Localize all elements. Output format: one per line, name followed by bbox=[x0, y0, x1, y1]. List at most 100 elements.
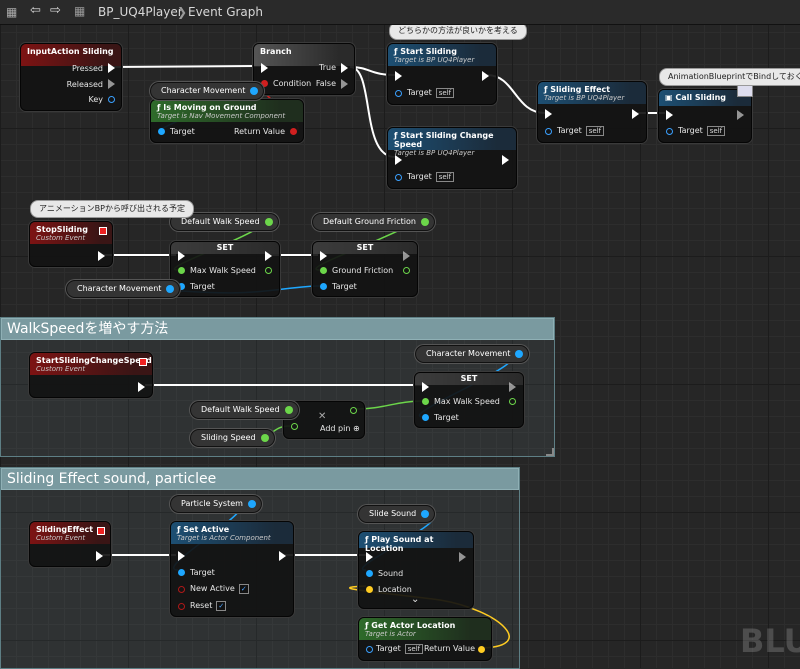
reset-checkbox[interactable]: ✓ bbox=[216, 601, 227, 611]
exec-out-pin[interactable] bbox=[279, 551, 286, 561]
breadcrumb-blueprint[interactable]: BP_UQ4Player bbox=[98, 5, 183, 19]
comment-bubble[interactable]: AnimationBlueprintでBindしておく bbox=[659, 68, 800, 86]
exec-in-pin[interactable] bbox=[395, 155, 402, 165]
object-pin[interactable] bbox=[166, 285, 175, 293]
object-pin[interactable] bbox=[515, 350, 524, 358]
start-sliding-change-speed-event-node[interactable]: StartSlidingChangeSpeed Custom Event bbox=[29, 352, 153, 398]
object-pin[interactable] bbox=[247, 500, 256, 508]
result-pin[interactable] bbox=[350, 407, 357, 414]
sliding-speed-getter[interactable]: Sliding Speed bbox=[190, 429, 275, 447]
forward-arrow-icon[interactable]: ⇨ bbox=[50, 3, 61, 18]
delegate-pin[interactable] bbox=[139, 358, 147, 366]
exec-out-pin[interactable] bbox=[403, 251, 410, 261]
new-active-checkbox[interactable]: ✓ bbox=[238, 584, 249, 594]
exec-in-pin[interactable] bbox=[422, 382, 429, 392]
max-walk-speed-out-pin[interactable] bbox=[509, 398, 516, 405]
target-pin[interactable] bbox=[666, 128, 673, 135]
released-exec-pin[interactable] bbox=[108, 79, 115, 89]
node-subtitle: Target is Nav Movement Component bbox=[157, 112, 286, 120]
exec-out-pin[interactable] bbox=[509, 382, 516, 392]
exec-out-pin[interactable] bbox=[632, 109, 639, 119]
exec-out-pin[interactable] bbox=[138, 382, 145, 392]
float-pin[interactable] bbox=[264, 218, 273, 226]
exec-in-pin[interactable] bbox=[178, 551, 185, 561]
default-walk-speed-getter[interactable]: Default Walk Speed bbox=[190, 401, 299, 419]
exec-in-pin[interactable] bbox=[320, 251, 327, 261]
exec-in-pin[interactable] bbox=[545, 109, 552, 119]
ground-friction-pin[interactable] bbox=[320, 267, 327, 274]
comment-bubble[interactable]: アニメーションBPから呼び出される予定 bbox=[30, 200, 194, 218]
max-walk-speed-out-pin[interactable] bbox=[265, 267, 272, 274]
stop-sliding-event-node[interactable]: StopSliding Custom Event bbox=[29, 221, 113, 267]
target-pin[interactable] bbox=[158, 128, 165, 135]
character-movement-getter[interactable]: Character Movement bbox=[150, 82, 265, 100]
character-movement-getter[interactable]: Character Movement bbox=[66, 280, 181, 298]
max-walk-speed-pin[interactable] bbox=[178, 267, 185, 274]
exec-out-pin[interactable] bbox=[96, 551, 103, 561]
grid-icon[interactable]: ▦ bbox=[6, 5, 17, 19]
return-value-pin[interactable] bbox=[290, 128, 297, 135]
set-max-walk-speed-node[interactable]: SET Max Walk Speed Target bbox=[414, 372, 524, 428]
input-action-node[interactable]: InputAction Sliding Pressed Released Key bbox=[20, 43, 122, 111]
slide-sound-getter[interactable]: Slide Sound bbox=[358, 505, 436, 523]
float-pin[interactable] bbox=[421, 218, 429, 226]
character-movement-getter[interactable]: Character Movement bbox=[415, 345, 530, 363]
start-sliding-node[interactable]: ƒ Start Sliding Target is BP UQ4Player Ta… bbox=[387, 43, 497, 105]
exec-in-pin[interactable] bbox=[366, 552, 373, 562]
set-ground-friction-node[interactable]: SET Ground Friction Target bbox=[312, 241, 418, 297]
particle-system-getter[interactable]: Particle System bbox=[170, 495, 262, 513]
exec-out-pin[interactable] bbox=[459, 552, 466, 562]
target-pin[interactable] bbox=[545, 128, 552, 135]
play-sound-at-location-node[interactable]: ƒ Play Sound at Location Sound Location … bbox=[358, 531, 474, 609]
exec-in-pin[interactable] bbox=[666, 110, 673, 120]
target-pin[interactable] bbox=[395, 90, 402, 97]
location-pin[interactable] bbox=[366, 586, 373, 593]
target-pin[interactable] bbox=[366, 646, 373, 653]
breadcrumb-graph[interactable]: Event Graph bbox=[188, 5, 263, 19]
ground-friction-out-pin[interactable] bbox=[403, 267, 410, 274]
expand-chevron-icon[interactable]: ⌄ bbox=[411, 594, 419, 605]
delegate-pin[interactable] bbox=[99, 227, 107, 235]
sliding-effect-event-node[interactable]: SlidingEffect Custom Event bbox=[29, 521, 111, 567]
exec-out-pin[interactable] bbox=[265, 251, 272, 261]
target-pin[interactable] bbox=[395, 174, 402, 181]
float-pin[interactable] bbox=[260, 434, 269, 442]
max-walk-speed-pin[interactable] bbox=[422, 398, 429, 405]
target-pin[interactable] bbox=[178, 569, 185, 576]
true-exec-pin[interactable] bbox=[341, 63, 348, 73]
back-arrow-icon[interactable]: ⇦ bbox=[30, 3, 41, 18]
is-moving-on-ground-node[interactable]: ƒ Is Moving on Ground Target is Nav Movem… bbox=[150, 99, 304, 143]
default-ground-friction-getter[interactable]: Default Ground Friction bbox=[312, 213, 435, 231]
exec-out-pin[interactable] bbox=[98, 251, 105, 261]
exec-out-pin[interactable] bbox=[502, 155, 509, 165]
target-pin[interactable] bbox=[320, 283, 327, 290]
b-pin[interactable] bbox=[291, 423, 298, 430]
target-pin[interactable] bbox=[422, 414, 429, 421]
exec-in-pin[interactable] bbox=[261, 63, 268, 73]
sound-pin[interactable] bbox=[366, 570, 373, 577]
set-active-node[interactable]: ƒ Set Active Target is Actor Component Ta… bbox=[170, 521, 294, 617]
get-actor-location-node[interactable]: ƒ Get Actor Location Target is Actor Targ… bbox=[358, 617, 492, 661]
return-value-pin[interactable] bbox=[478, 646, 485, 653]
exec-out-pin[interactable] bbox=[737, 110, 744, 120]
object-pin[interactable] bbox=[421, 510, 430, 518]
call-sliding-node[interactable]: ▣ Call Sliding Target self bbox=[658, 84, 753, 143]
delegate-pin[interactable] bbox=[97, 527, 105, 535]
key-pin[interactable] bbox=[108, 96, 115, 103]
exec-out-pin[interactable] bbox=[482, 71, 489, 81]
add-pin-button[interactable]: Add pin ⊕ bbox=[320, 424, 360, 433]
pressed-exec-pin[interactable] bbox=[108, 63, 115, 73]
start-sliding-change-speed-node[interactable]: ƒ Start Sliding Change Speed Target is BP… bbox=[387, 127, 517, 189]
comment-resize-handle[interactable] bbox=[546, 448, 554, 456]
reset-pin[interactable] bbox=[178, 603, 185, 610]
exec-in-pin[interactable] bbox=[178, 251, 185, 261]
branch-node[interactable]: Branch Condition True False bbox=[253, 43, 355, 95]
object-pin[interactable] bbox=[250, 87, 259, 95]
set-max-walk-speed-node[interactable]: SET Max Walk Speed Target bbox=[170, 241, 280, 297]
sliding-effect-call-node[interactable]: ƒ Sliding Effect Target is BP UQ4Player T… bbox=[537, 81, 647, 143]
exec-in-pin[interactable] bbox=[395, 71, 402, 81]
new-active-pin[interactable] bbox=[178, 586, 185, 593]
breadcrumb-separator: ❯ bbox=[177, 5, 188, 19]
false-exec-pin[interactable] bbox=[341, 79, 348, 89]
float-pin[interactable] bbox=[284, 406, 293, 414]
